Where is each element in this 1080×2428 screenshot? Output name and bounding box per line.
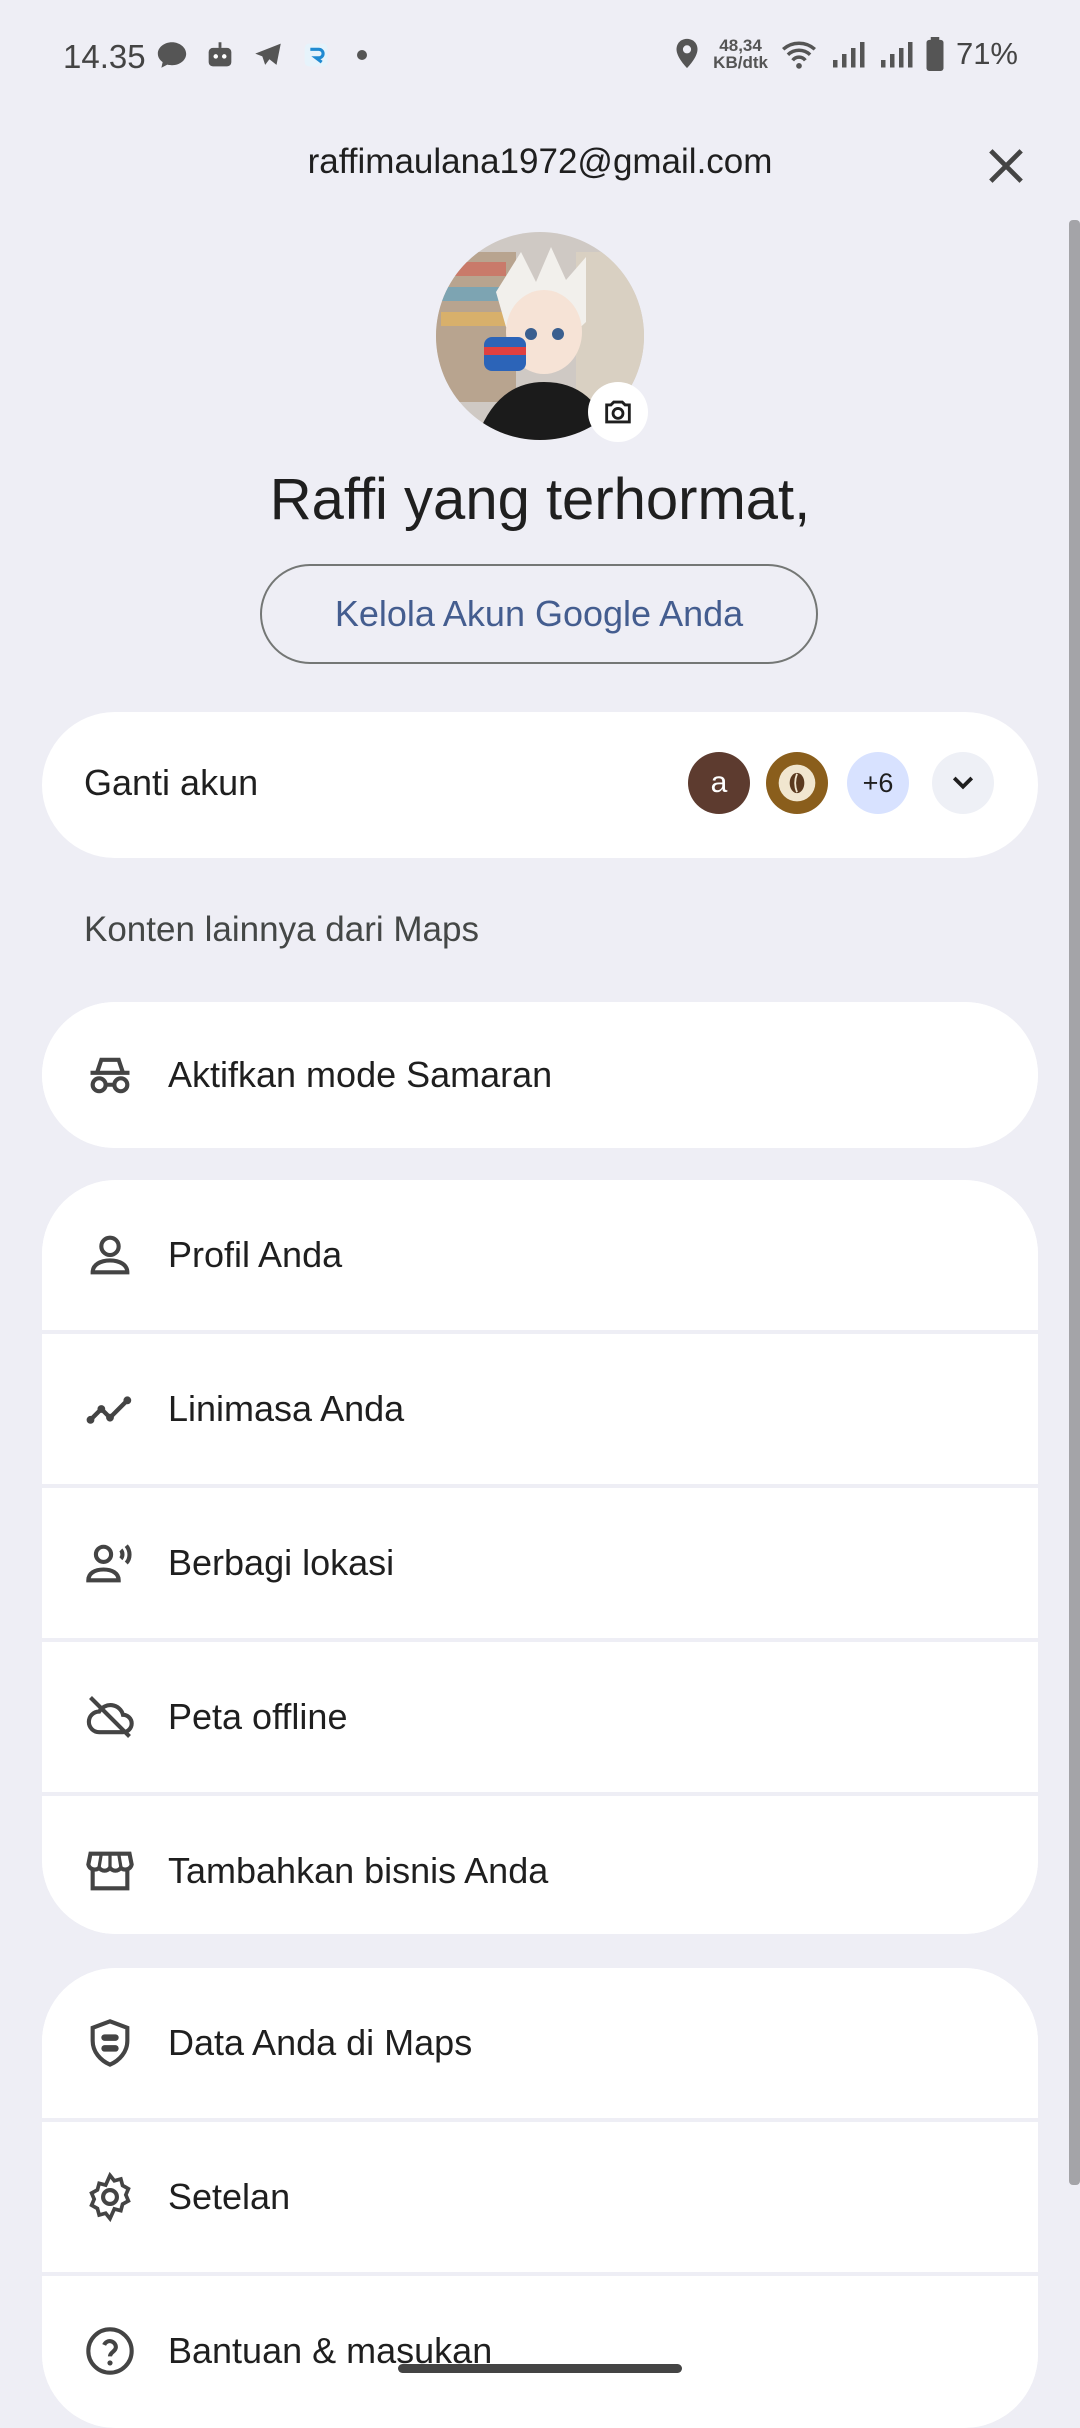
menu-item-label: Linimasa Anda [168,1388,405,1429]
timeline-icon [86,1396,132,1424]
menu-item-label: Setelan [168,2176,291,2217]
account-avatar-a[interactable]: a [688,752,750,814]
location-sharing-icon [86,1544,132,1583]
change-photo-button[interactable] [588,382,648,442]
camera-icon [605,400,631,424]
menu-item-add-business[interactable]: Tambahkan bisnis Anda [42,1792,1038,1934]
switch-account-card[interactable]: Ganti akun a +6 [42,712,1038,858]
privacy-shield-icon [90,2019,130,2067]
menu-item-your-data[interactable]: Data Anda di Maps [42,1968,1038,2118]
greeting: Raffi yang terhormat, [269,467,811,532]
incognito-label: Aktifkan mode Samaran [168,1054,553,1095]
notification-dot [357,50,367,60]
wifi-icon [781,41,816,69]
manage-account-button[interactable]: Kelola Akun Google Anda [260,564,818,664]
location-pin-icon [676,38,698,68]
robot-icon [208,42,232,67]
help-icon [86,2327,134,2375]
storefront-icon [86,1851,134,1891]
menu-item-label: Tambahkan bisnis Anda [168,1850,549,1891]
menu-item-timeline[interactable]: Linimasa Anda [42,1330,1038,1484]
account-email: raffimaulana1972@gmail.com [307,142,773,181]
account-avatar-coffee[interactable] [766,752,828,814]
status-time: 14.35 [63,38,146,75]
person-icon [90,1235,130,1275]
menu-item-profile[interactable]: Profil Anda [42,1180,1038,1330]
menu-item-label: Profil Anda [168,1234,343,1275]
incognito-icon [90,1057,130,1094]
scrollbar[interactable] [1069,220,1080,2185]
menu-item-offline-maps[interactable]: Peta offline [42,1638,1038,1792]
menu-item-settings[interactable]: Setelan [42,2118,1038,2272]
section-label: Konten lainnya dari Maps [84,910,479,949]
status-bar: 14.35 48,34 KB/dtk 71% [0,0,1080,118]
app-badge-icon [304,43,328,67]
menu-item-label: Data Anda di Maps [168,2022,473,2063]
menu-item-label: Peta offline [168,1696,348,1737]
incognito-row[interactable]: Aktifkan mode Samaran [42,1002,1038,1148]
network-speed: 48,34 KB/dtk [713,36,768,72]
more-accounts-badge[interactable]: +6 [847,752,909,814]
menu-group-1: Profil Anda Linimasa Anda Berbagi lokasi… [42,1180,1038,1934]
menu-group-2: Data Anda di Maps Setelan Bantuan & masu… [42,1968,1038,2428]
expand-accounts-button[interactable] [932,752,994,814]
telegram-icon [255,43,281,65]
coffee-logo-icon [778,764,816,802]
battery-level: 71% [955,36,1018,71]
chevron-down-icon [952,776,974,790]
offline-cloud-icon [86,1696,134,1738]
message-icon [157,42,187,68]
incognito-card[interactable]: Aktifkan mode Samaran [42,1002,1038,1148]
signal-icon-1 [832,42,865,68]
home-indicator[interactable] [398,2364,682,2373]
profile-avatar[interactable] [436,232,648,442]
battery-icon [926,37,944,71]
menu-item-label: Berbagi lokasi [168,1542,395,1583]
close-icon[interactable] [980,140,1032,192]
menu-item-help[interactable]: Bantuan & masukan [42,2272,1038,2426]
gear-icon [89,2171,131,2223]
signal-icon-2 [880,42,913,68]
menu-item-location-sharing[interactable]: Berbagi lokasi [42,1484,1038,1638]
switch-account-label: Ganti akun [84,762,259,803]
